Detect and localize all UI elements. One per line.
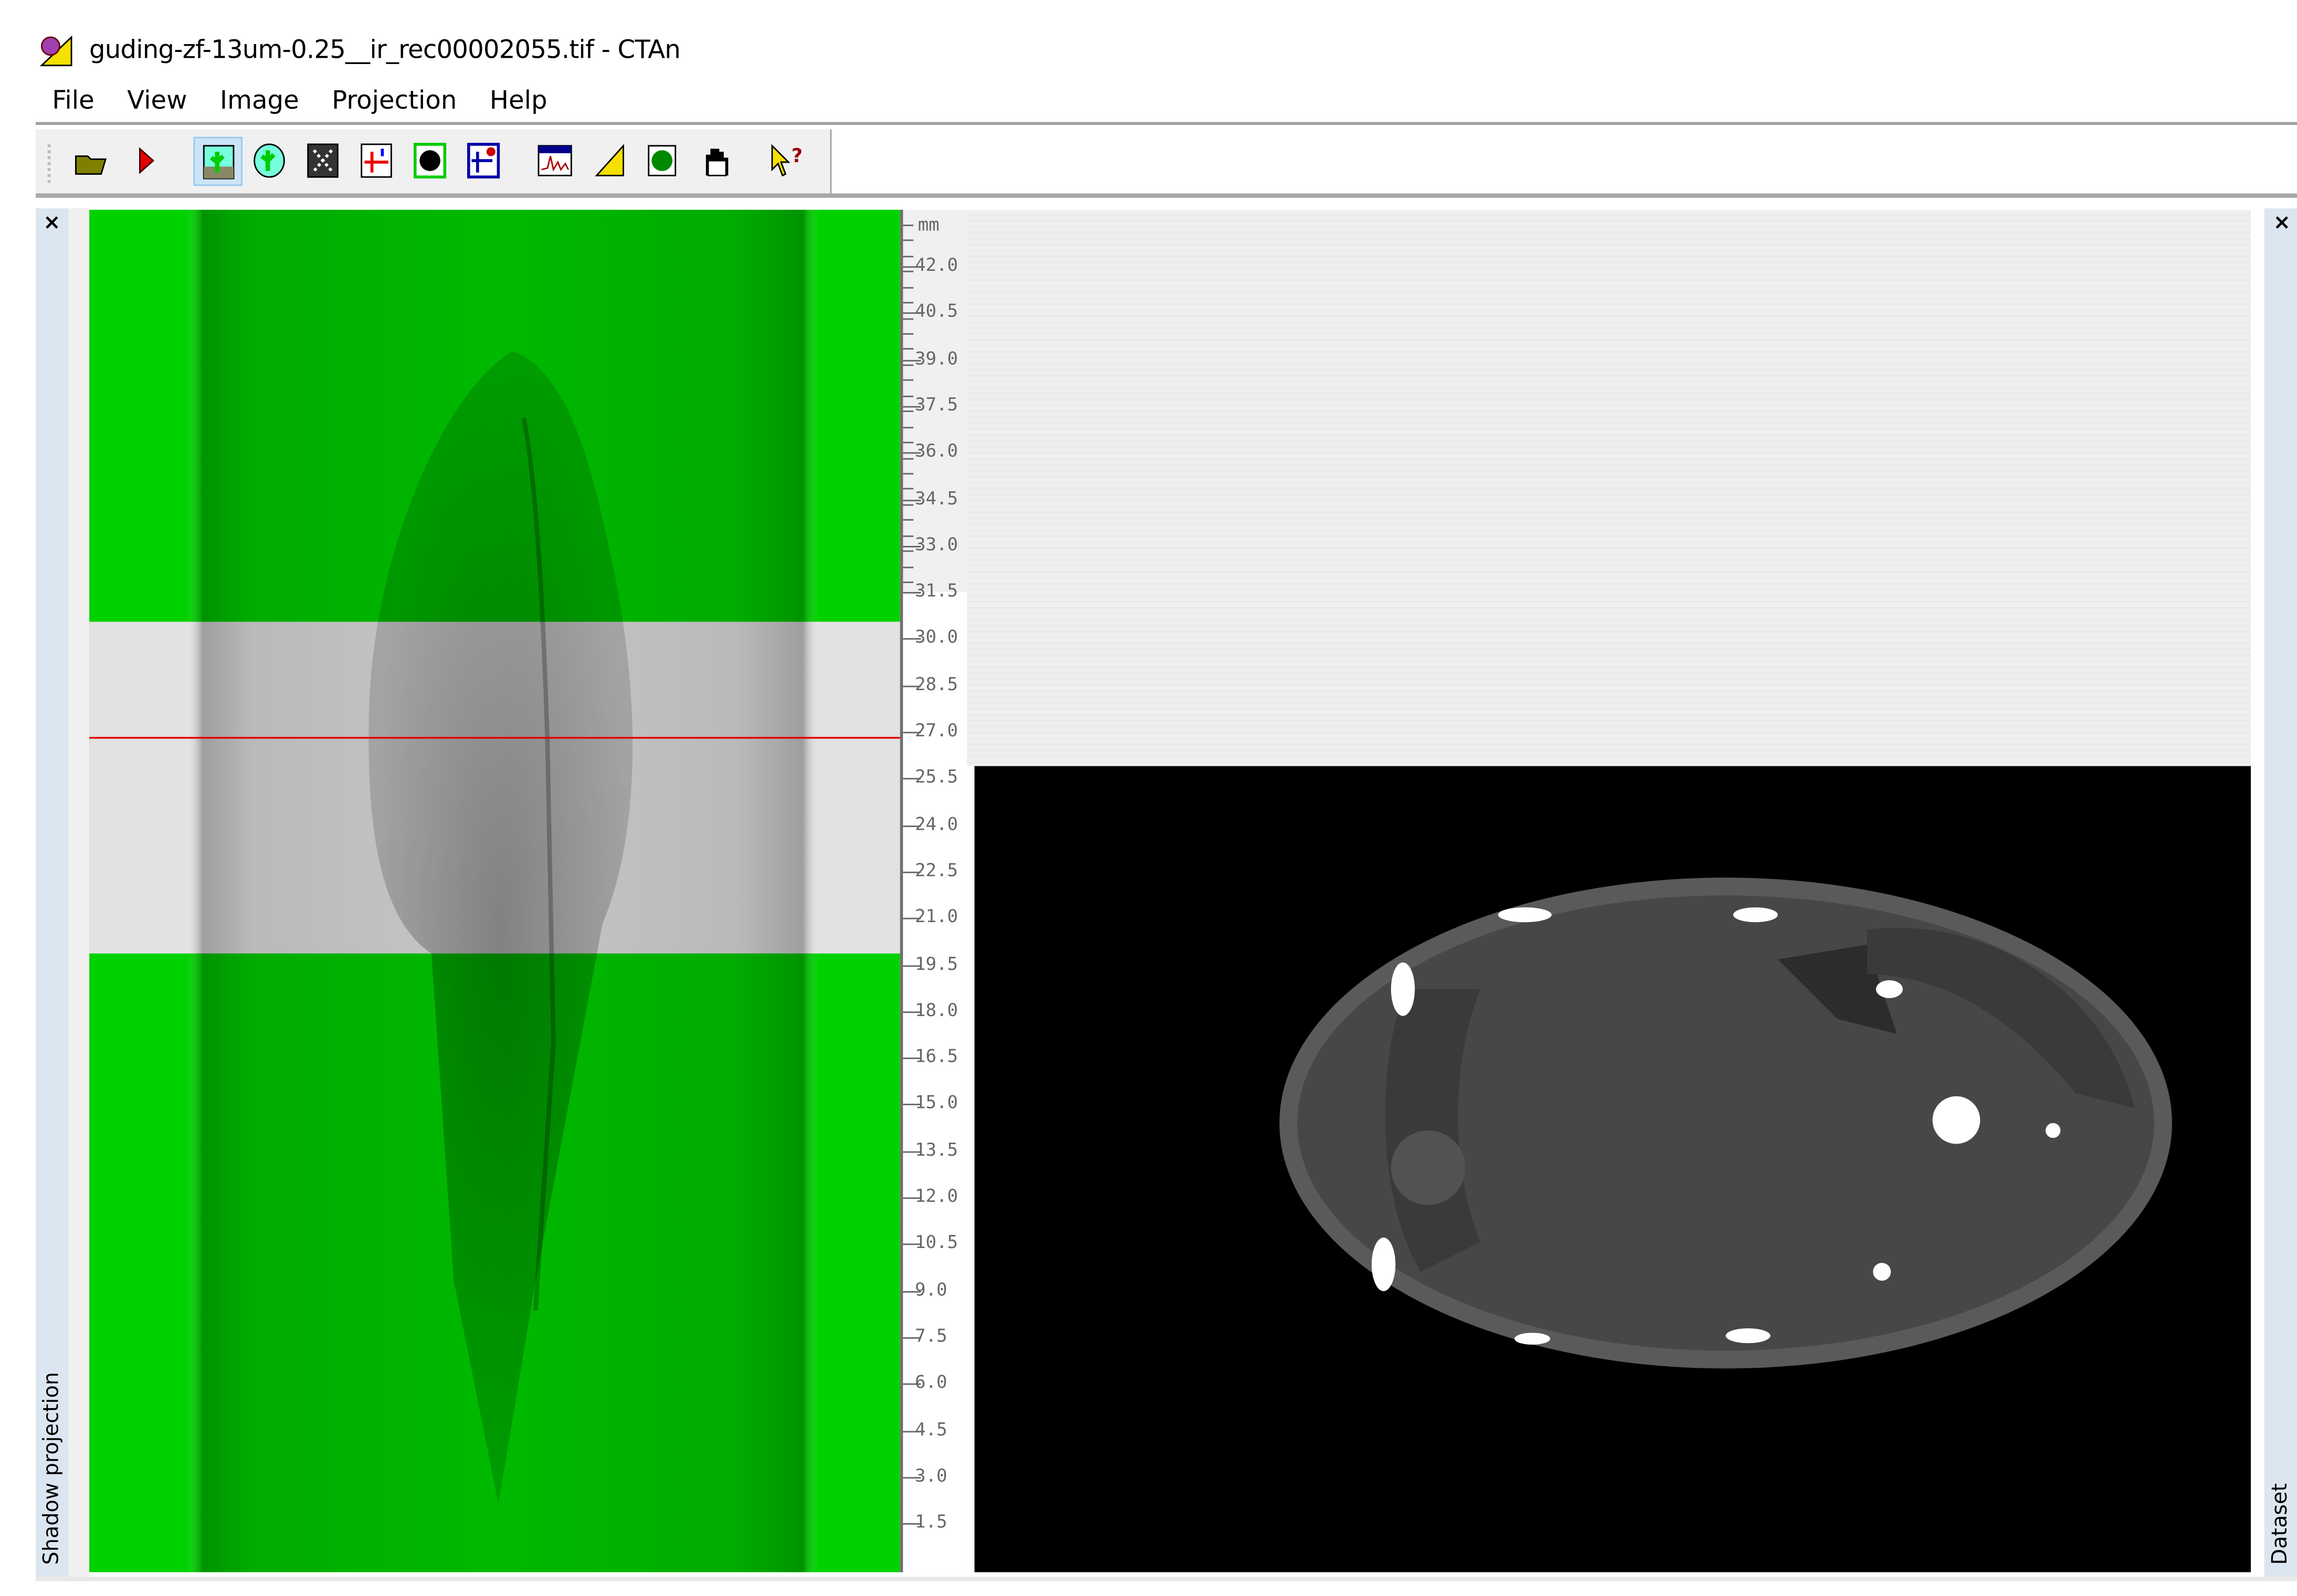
ruler-label: 31.5 <box>915 580 958 601</box>
ruler-label: 3.0 <box>915 1465 947 1486</box>
ruler-label: 16.5 <box>915 1045 958 1067</box>
ruler-label: 4.5 <box>915 1418 947 1440</box>
svg-text:?: ? <box>792 144 803 167</box>
context-help-icon[interactable]: ? <box>766 140 808 181</box>
ruler-label: 7.5 <box>915 1325 947 1346</box>
roi-icon[interactable] <box>248 140 290 181</box>
ruler-label: 9.0 <box>915 1278 947 1299</box>
hand-pan-icon[interactable] <box>695 140 736 181</box>
ruler-label: 12.0 <box>915 1185 958 1207</box>
ruler-label: 33.0 <box>915 533 958 555</box>
menu-help[interactable]: Help <box>473 85 564 118</box>
ruler-label: 27.0 <box>915 720 958 741</box>
3d-analysis-icon[interactable] <box>462 140 504 181</box>
menu-file[interactable]: File <box>36 85 111 118</box>
ruler-label: 6.0 <box>915 1371 947 1393</box>
raw-image-icon[interactable] <box>193 136 243 186</box>
ruler-label: 25.5 <box>915 766 958 788</box>
ruler-label: 21.0 <box>915 906 958 927</box>
ruler-label: 34.5 <box>915 487 958 508</box>
ruler-label: 39.0 <box>915 347 958 368</box>
custom-processing-icon[interactable] <box>409 140 450 181</box>
menu-bar: File View Image Projection Help <box>36 85 564 118</box>
histogram-icon[interactable] <box>534 140 575 181</box>
menu-view[interactable]: View <box>111 85 204 118</box>
dataset-tab[interactable]: Dataset <box>2269 1473 2292 1565</box>
close-right-panel-icon[interactable]: × <box>2273 211 2291 235</box>
measure-icon[interactable] <box>589 140 630 181</box>
play-icon[interactable] <box>125 140 166 181</box>
ruler-label: 37.5 <box>915 394 958 415</box>
window-title: guding-zf-13um-0.25__ir_rec00002055.tif … <box>89 36 681 66</box>
ruler-label: 36.0 <box>915 440 958 462</box>
shadow-projection-tab[interactable]: Shadow projection <box>40 1357 64 1565</box>
bottom-border <box>36 1577 2297 1581</box>
ruler-labels: 42.0 40.5 39.0 37.5 36.0 34.5 33.0 31.5 30.0 28.5… <box>900 210 967 1572</box>
ruler-label: 15.0 <box>915 1092 958 1114</box>
close-left-panel-icon[interactable]: × <box>43 211 60 235</box>
ruler-label: 30.0 <box>915 627 958 648</box>
ruler-label: 19.5 <box>915 953 958 974</box>
ct-slice-image[interactable] <box>974 766 2251 1572</box>
binary-image-icon[interactable] <box>302 140 343 181</box>
3d-model-icon[interactable] <box>641 140 683 181</box>
open-folder-icon[interactable] <box>70 140 111 181</box>
ruler-label: 1.5 <box>915 1511 947 1532</box>
menu-separator <box>36 122 2297 125</box>
ruler-label: 18.0 <box>915 999 958 1020</box>
ruler-label: 10.5 <box>915 1232 958 1253</box>
menu-image[interactable]: Image <box>204 85 315 118</box>
panel-gap <box>68 208 90 1577</box>
morphometry-icon[interactable] <box>355 140 397 181</box>
toolbar-grip[interactable] <box>47 144 54 183</box>
ctan-app-icon <box>39 35 72 67</box>
image-view-background <box>967 209 2251 766</box>
ruler-label: 40.5 <box>915 301 958 322</box>
ruler-label: 24.0 <box>915 813 958 834</box>
dataset-panel-strip <box>2264 208 2297 1577</box>
shadow-projection-image[interactable] <box>89 209 900 1572</box>
ruler-label: 13.5 <box>915 1139 958 1160</box>
toolbar-border <box>36 193 2297 198</box>
menu-projection[interactable]: Projection <box>315 85 473 118</box>
ruler-label: 28.5 <box>915 673 958 694</box>
ruler-label: 42.0 <box>915 254 958 276</box>
ruler-label: 22.5 <box>915 859 958 881</box>
